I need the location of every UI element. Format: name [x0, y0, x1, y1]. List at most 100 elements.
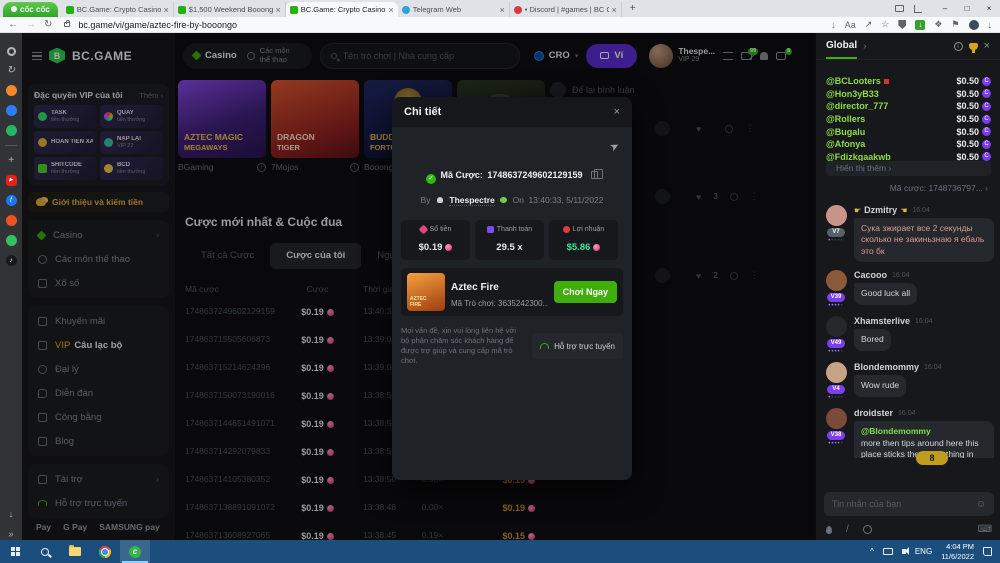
back-button[interactable]: ← — [8, 17, 18, 33]
game-thumbnail[interactable]: AZTEC FIRE — [407, 273, 445, 311]
save-page-icon[interactable]: ↓ — [831, 20, 836, 30]
add-shortcut-icon[interactable]: + — [6, 155, 17, 166]
bet-user-link[interactable]: Thespectre — [449, 195, 494, 206]
collapse-icon[interactable]: » — [6, 529, 17, 540]
window-minimize-button[interactable]: – — [934, 0, 956, 17]
trophy-icon[interactable] — [969, 43, 978, 50]
avatar[interactable] — [826, 362, 847, 383]
ssl-lock-icon[interactable] — [64, 22, 70, 27]
avatar[interactable] — [826, 270, 847, 291]
browser-tab[interactable]: Telegram Web × — [398, 2, 510, 17]
tab-close-icon[interactable]: × — [612, 5, 617, 15]
browser-tab[interactable]: BC.Game: Crypto Casino Gam × — [62, 2, 174, 17]
copy-icon[interactable] — [591, 171, 598, 179]
chrome-icon[interactable] — [90, 540, 120, 563]
coin-toggle-icon[interactable] — [863, 525, 872, 534]
address-bar[interactable]: bc.game/vi/game/aztec-fire-by-booongo — [78, 20, 823, 30]
bookmark-star-icon[interactable]: ☆ — [881, 19, 889, 30]
sidebar-toggle-icon[interactable] — [914, 5, 922, 13]
taskbar-clock[interactable]: 4:04 PM 11/6/2022 — [941, 542, 974, 561]
history-icon[interactable]: ↻ — [6, 65, 17, 76]
browser-tab[interactable]: $1,500 Weekend Booongo M × — [174, 2, 286, 17]
new-messages-pill[interactable]: 8 — [916, 451, 948, 465]
share-icon[interactable]: ➤ — [607, 139, 621, 155]
tip-row[interactable]: @director_777 $0.50 C — [826, 100, 991, 113]
tab-close-icon[interactable]: × — [500, 5, 505, 15]
downloads-icon[interactable]: ↓ — [6, 509, 17, 520]
chat-input[interactable]: ☺ — [824, 492, 994, 516]
adblock-shield-icon[interactable] — [898, 20, 906, 29]
bet-id-link[interactable]: Mã cược: 1748736797... › — [890, 183, 988, 193]
tip-username[interactable]: @Bugalu — [826, 127, 865, 137]
zalo-icon[interactable] — [6, 235, 17, 246]
window-close-button[interactable]: × — [978, 0, 1000, 17]
taskbar-search-icon[interactable] — [30, 540, 60, 563]
shortcut-icon[interactable] — [6, 85, 17, 96]
tip-row[interactable]: @Afonya $0.50 C — [826, 138, 991, 151]
chat-rules-icon[interactable]: i — [954, 42, 963, 51]
modal-close-icon[interactable]: × — [614, 106, 620, 118]
avatar[interactable] — [826, 408, 847, 429]
avatar[interactable] — [826, 205, 847, 226]
chat-username[interactable]: Dzmitry — [864, 205, 897, 215]
tip-row[interactable]: @BCLooters $0.50 C — [826, 75, 991, 88]
start-button[interactable] — [0, 540, 30, 563]
tab-close-icon[interactable]: × — [276, 5, 281, 15]
tip-row[interactable]: @Bugalu $0.50 C — [826, 125, 991, 138]
chat-close-icon[interactable]: × — [984, 40, 990, 52]
chat-username[interactable]: droidster — [854, 408, 893, 418]
file-explorer-icon[interactable] — [60, 540, 90, 563]
network-icon[interactable] — [883, 548, 893, 555]
tiktok-icon[interactable]: ♪ — [6, 255, 17, 266]
chat-username[interactable]: Xhamsterlive — [854, 316, 910, 326]
settings-gear-icon[interactable] — [7, 47, 16, 56]
forward-button[interactable]: → — [26, 17, 36, 33]
chat-username[interactable]: Blondemommy — [854, 362, 919, 372]
messenger-icon[interactable] — [6, 105, 17, 116]
tip-row[interactable]: @Hon3yB33 $0.50 C — [826, 88, 991, 101]
tip-username[interactable]: @Hon3yB33 — [826, 89, 879, 99]
coccoc-taskbar-icon[interactable]: c — [120, 540, 150, 563]
profile-avatar[interactable] — [969, 20, 979, 30]
games-icon[interactable] — [6, 125, 17, 136]
flag-icon[interactable]: ⚑ — [951, 19, 959, 30]
browser-tab[interactable]: BC.Game: Crypto Casino Gam × — [286, 2, 398, 17]
new-tab-button[interactable]: + — [622, 3, 644, 14]
facebook-icon[interactable]: f — [6, 195, 17, 206]
downloads-tray-icon[interactable]: ↓ — [988, 20, 993, 30]
chevron-right-icon[interactable]: › — [863, 41, 866, 52]
commands-icon[interactable]: / — [846, 524, 849, 535]
volume-icon[interactable] — [902, 549, 906, 554]
tip-username[interactable]: @Rollers — [826, 114, 865, 124]
notification-center-icon[interactable] — [983, 547, 992, 556]
share-icon[interactable]: ↗ — [865, 19, 873, 30]
chat-channel-tab[interactable]: Global — [826, 34, 857, 59]
avatar[interactable] — [826, 316, 847, 337]
keyboard-icon[interactable]: ⌨ — [978, 524, 992, 535]
rain-tip-icon[interactable] — [826, 526, 832, 534]
tab-close-icon[interactable]: × — [389, 5, 394, 15]
extensions-icon[interactable]: ❖ — [934, 19, 942, 30]
shopee-icon[interactable] — [6, 215, 17, 226]
tray-expand-icon[interactable]: ^ — [870, 547, 874, 556]
chat-username[interactable]: Cacooo — [854, 270, 887, 280]
screenshot-icon[interactable] — [895, 5, 904, 12]
tip-username[interactable]: @BCLooters — [826, 76, 881, 86]
support-button[interactable]: Hỗ trợ trực tuyến — [532, 333, 623, 359]
mention-link[interactable]: @Blondemommy — [861, 426, 931, 437]
tip-username[interactable]: @Afonya — [826, 139, 865, 149]
tip-row[interactable]: @Rollers $0.50 C — [826, 113, 991, 126]
translate-icon[interactable]: Aa — [845, 20, 856, 30]
tab-close-icon[interactable]: × — [164, 5, 169, 15]
download-manager-icon[interactable]: ↓ — [915, 20, 925, 30]
play-now-button[interactable]: Chơi Ngay — [554, 281, 617, 303]
window-maximize-button[interactable]: □ — [956, 0, 978, 17]
chat-message-field[interactable] — [832, 499, 970, 509]
browser-tab[interactable]: • Discord | #games | BC G × — [510, 2, 622, 17]
reload-button[interactable]: ↻ — [44, 17, 52, 33]
show-more-button[interactable]: Hiển thị thêm › — [826, 161, 991, 176]
coccoc-menu-button[interactable]: cốc cốc — [3, 2, 58, 17]
language-indicator[interactable]: ENG — [915, 547, 932, 556]
tip-username[interactable]: @director_777 — [826, 101, 888, 111]
emoji-icon[interactable]: ☺ — [976, 499, 986, 510]
